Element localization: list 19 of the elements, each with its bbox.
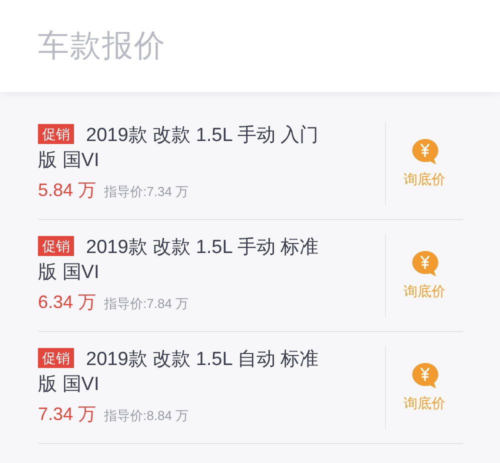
car-model-name: 促销 2019款 改款 1.5L 手动 标准版 国VI [38, 235, 320, 285]
guide-price: 指导价:8.84 万 [104, 407, 189, 425]
page-title: 车款报价 [38, 27, 166, 65]
car-model-name: 促销 2019款 改款 1.5L 自动 标准版 国VI [38, 347, 320, 397]
ask-price-button[interactable]: 询底价 [404, 395, 446, 413]
car-model-name: 促销 2019款 改款 1.5L 手动 入门版 国VI [38, 123, 320, 173]
guide-price: 指导价:7.84 万 [104, 295, 189, 313]
ask-price-button[interactable]: 询底价 [404, 171, 446, 189]
promo-price: 5.84 万 [38, 179, 96, 202]
promo-badge: 促销 [38, 236, 74, 256]
yen-chat-bubble-icon[interactable] [410, 250, 438, 277]
yen-chat-bubble-icon[interactable] [410, 138, 438, 165]
promo-badge: 促销 [38, 124, 74, 144]
guide-price: 指导价:7.34 万 [104, 183, 189, 201]
yen-chat-bubble-icon[interactable] [410, 362, 438, 389]
ask-price-button[interactable]: 询底价 [404, 283, 446, 301]
promo-price: 6.34 万 [38, 291, 96, 314]
promo-badge: 促销 [38, 348, 74, 368]
promo-price: 7.34 万 [38, 403, 96, 426]
